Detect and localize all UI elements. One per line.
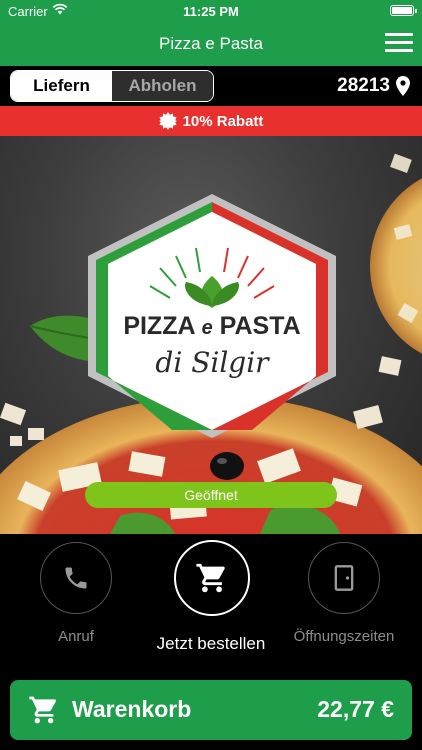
status-bar: Carrier 11:25 PM: [0, 0, 422, 22]
page-title: Pizza e Pasta: [159, 34, 263, 53]
open-status-badge: Geöffnet: [85, 482, 337, 508]
door-icon: [334, 565, 354, 591]
zip-code[interactable]: 28213: [337, 75, 390, 97]
call-button-circle[interactable]: [40, 542, 112, 614]
discount-label: 10% Rabatt: [182, 112, 264, 130]
delivery-bar: Liefern Abholen 28213: [0, 66, 422, 106]
action-row: Anruf Jetzt bestellen Öffnungszeiten: [0, 534, 422, 670]
cart-icon: [196, 563, 225, 593]
cart-total: 22,77 €: [317, 696, 394, 722]
discount-badge-icon: [158, 112, 177, 130]
logo-text-sub: di Silgir: [155, 346, 270, 379]
tab-abholen[interactable]: Abholen: [112, 71, 213, 101]
delivery-mode-toggle[interactable]: Liefern Abholen: [10, 70, 214, 102]
cart-label: Warenkorb: [72, 696, 192, 722]
battery-icon: [390, 5, 417, 16]
tab-liefern[interactable]: Liefern: [11, 71, 112, 101]
logo-text-main: PIZZA e PASTA: [123, 312, 300, 340]
cart-button[interactable]: Warenkorb 22,77 €: [10, 680, 412, 740]
hero-image: PIZZA e PASTA di Silgir Geöffnet: [0, 136, 422, 534]
location-pin-icon[interactable]: [396, 76, 410, 96]
menu-icon[interactable]: [385, 32, 413, 54]
hours-button-circle[interactable]: [308, 542, 380, 614]
discount-banner: 10% Rabatt: [0, 106, 422, 136]
clock: 11:25 PM: [183, 4, 239, 19]
cart-icon: [29, 696, 56, 724]
order-button-circle[interactable]: [174, 540, 250, 616]
hours-label: Öffnungszeiten: [293, 628, 395, 645]
call-label: Anruf: [58, 628, 94, 645]
order-label: Jetzt bestellen: [156, 634, 266, 653]
header: Carrier 11:25 PM Pizza e Pasta: [0, 0, 422, 66]
pizza-scene: PIZZA e PASTA di Silgir: [0, 153, 422, 534]
phone-icon: [65, 567, 87, 589]
